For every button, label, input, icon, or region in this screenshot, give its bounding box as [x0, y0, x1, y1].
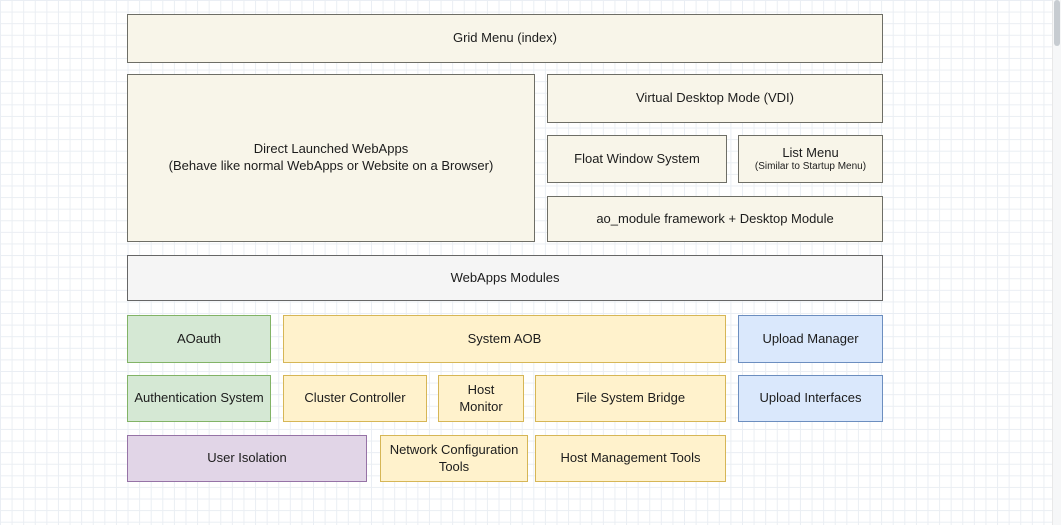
node-webapps-modules: WebApps Modules	[127, 255, 883, 301]
node-host-monitor: Host Monitor	[438, 375, 524, 422]
node-cluster-controller: Cluster Controller	[283, 375, 427, 422]
node-aoauth-label: AOauth	[177, 331, 221, 348]
node-virtual-desktop-mode-label: Virtual Desktop Mode (VDI)	[636, 90, 794, 107]
node-host-management-tools: Host Management Tools	[535, 435, 726, 482]
node-network-configuration-tools: Network Configuration Tools	[380, 435, 528, 482]
node-file-system-bridge-label: File System Bridge	[576, 390, 685, 407]
node-host-management-tools-label: Host Management Tools	[561, 450, 701, 467]
node-ao-module-framework-label: ao_module framework + Desktop Module	[596, 211, 833, 228]
scrollbar-track[interactable]	[1052, 0, 1061, 525]
node-authentication-system-label: Authentication System	[134, 390, 263, 407]
node-user-isolation: User Isolation	[127, 435, 367, 482]
node-upload-manager-label: Upload Manager	[762, 331, 858, 348]
node-float-window-system: Float Window System	[547, 135, 727, 183]
diagram-canvas: Grid Menu (index) Direct Launched WebApp…	[0, 0, 1061, 525]
node-network-configuration-tools-label: Network Configuration Tools	[387, 442, 521, 476]
node-direct-launched-webapps-line2: (Behave like normal WebApps or Website o…	[169, 158, 494, 175]
node-grid-menu-label: Grid Menu (index)	[453, 30, 557, 47]
node-authentication-system: Authentication System	[127, 375, 271, 422]
node-upload-manager: Upload Manager	[738, 315, 883, 363]
scrollbar-thumb[interactable]	[1054, 0, 1060, 46]
node-direct-launched-webapps: Direct Launched WebApps (Behave like nor…	[127, 74, 535, 242]
node-upload-interfaces-label: Upload Interfaces	[760, 390, 862, 407]
node-webapps-modules-label: WebApps Modules	[451, 270, 560, 287]
node-system-aob: System AOB	[283, 315, 726, 363]
node-cluster-controller-label: Cluster Controller	[304, 390, 405, 407]
node-user-isolation-label: User Isolation	[207, 450, 286, 467]
node-file-system-bridge: File System Bridge	[535, 375, 726, 422]
node-system-aob-label: System AOB	[468, 331, 542, 348]
node-ao-module-framework: ao_module framework + Desktop Module	[547, 196, 883, 242]
node-grid-menu: Grid Menu (index)	[127, 14, 883, 63]
node-list-menu-sublabel: (Similar to Startup Menu)	[755, 161, 866, 173]
node-list-menu: List Menu (Similar to Startup Menu)	[738, 135, 883, 183]
node-aoauth: AOauth	[127, 315, 271, 363]
node-host-monitor-label: Host Monitor	[445, 382, 517, 416]
node-direct-launched-webapps-line1: Direct Launched WebApps	[254, 141, 408, 158]
node-virtual-desktop-mode: Virtual Desktop Mode (VDI)	[547, 74, 883, 123]
node-upload-interfaces: Upload Interfaces	[738, 375, 883, 422]
node-list-menu-label: List Menu	[782, 145, 838, 162]
node-float-window-system-label: Float Window System	[574, 151, 700, 168]
